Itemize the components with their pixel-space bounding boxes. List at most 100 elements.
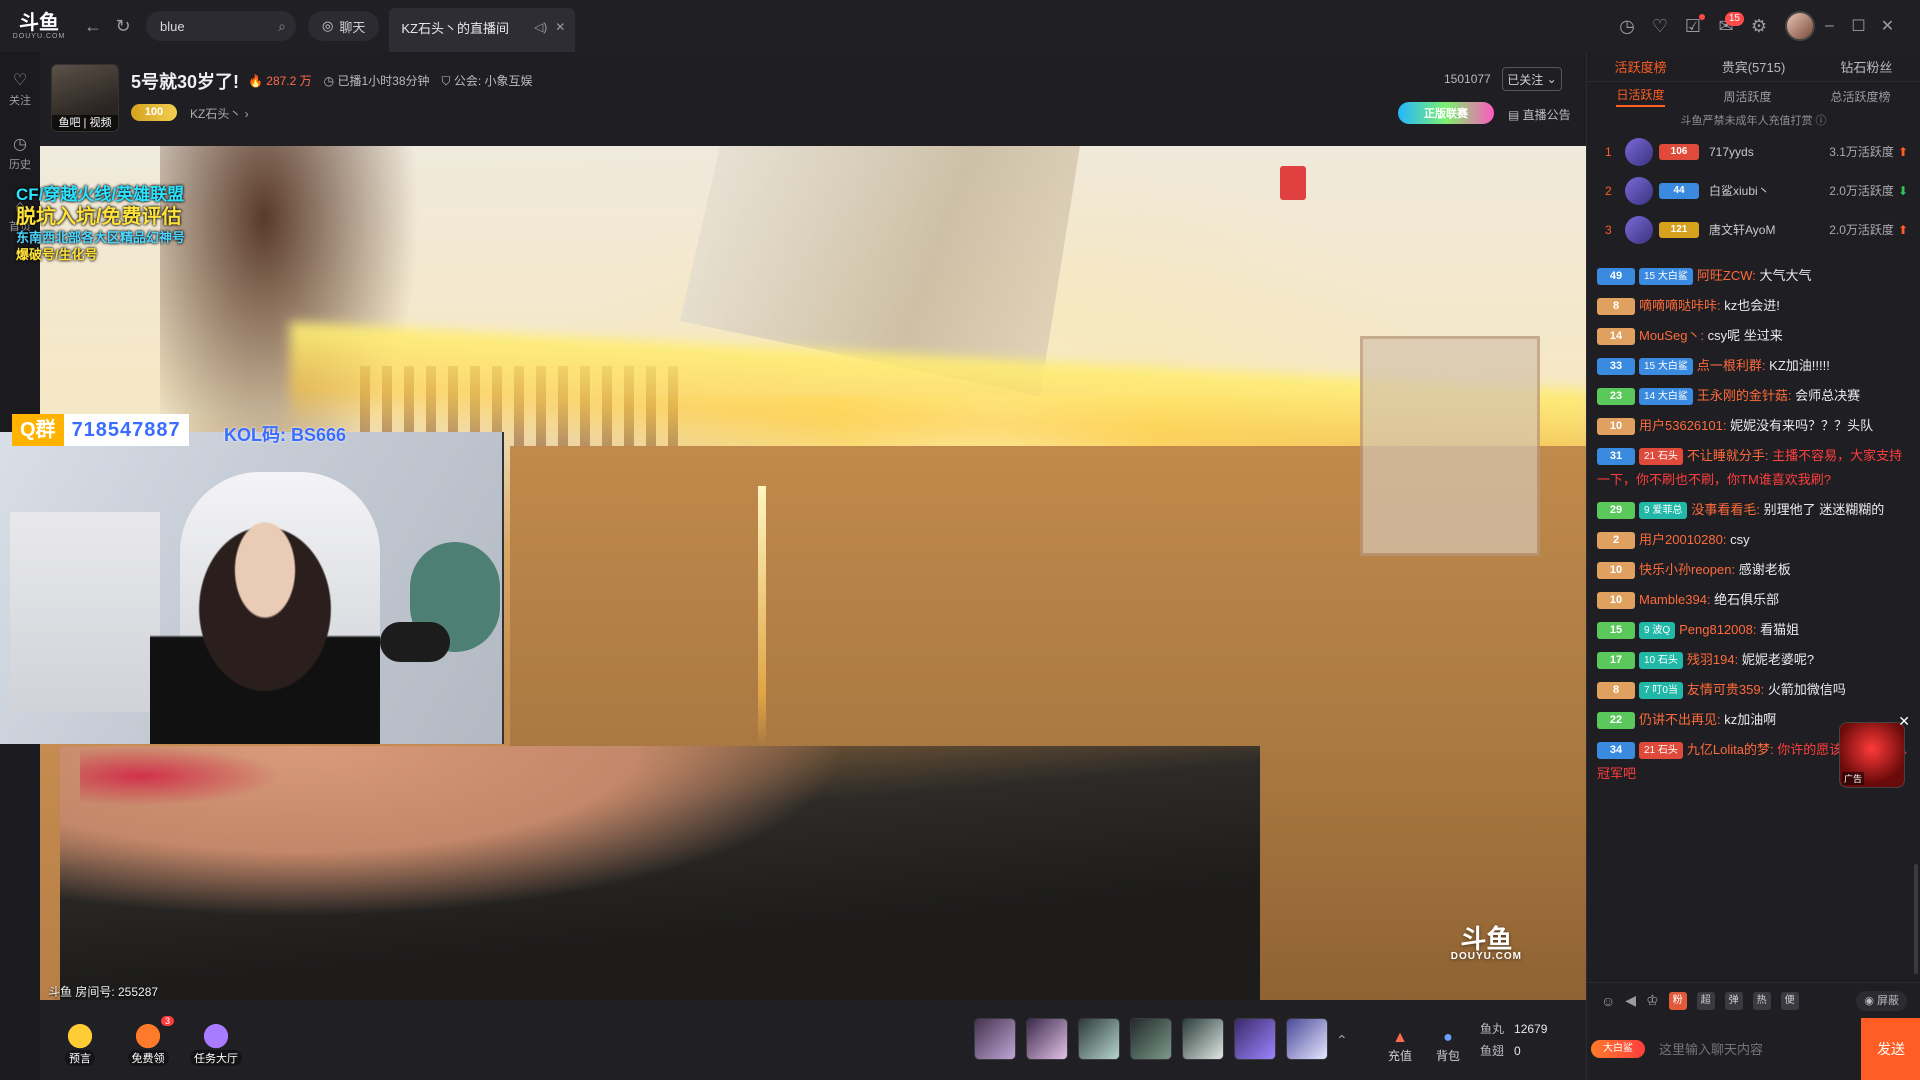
- chat-username[interactable]: 用户53626101:: [1639, 418, 1726, 433]
- close-tab-icon[interactable]: ✕: [555, 20, 565, 34]
- chat-message[interactable]: 2 用户20010280: csy: [1597, 528, 1913, 552]
- notice-button[interactable]: ▤ 直播公告: [1508, 106, 1571, 123]
- chevron-up-icon[interactable]: ⌃: [1336, 1032, 1348, 1049]
- close-ad-icon[interactable]: ✕: [1898, 713, 1910, 730]
- task-icon[interactable]: ☑: [1677, 10, 1709, 42]
- chat-message[interactable]: 15 9 波Q Peng812008: 看猫姐: [1597, 618, 1913, 642]
- chat-message[interactable]: 31 21 石头 不让睡就分手: 主播不容易，大家支持一下，你不刷也不刷，你TM谁喜…: [1597, 444, 1913, 492]
- rail-follow[interactable]: ♡ 关注: [0, 52, 40, 116]
- message-icon[interactable]: ✉ 15: [1710, 10, 1744, 42]
- fans-badge-selector[interactable]: 大白鲨: [1587, 1018, 1649, 1080]
- gift-item[interactable]: [1130, 1018, 1172, 1060]
- chat-text: csy: [1730, 532, 1750, 547]
- chat-username[interactable]: 点一根利群:: [1697, 358, 1766, 373]
- megaphone-icon[interactable]: ◀: [1625, 992, 1636, 1009]
- help-icon[interactable]: ⓘ: [1816, 115, 1827, 127]
- gift-item[interactable]: [1234, 1018, 1276, 1060]
- chat-message[interactable]: 10 Mamble394: 绝石俱乐部: [1597, 588, 1913, 612]
- refresh-icon[interactable]: ↻: [108, 11, 138, 41]
- chat-message[interactable]: 87 叮0当 友情可贵359: 火箭加微信吗: [1597, 678, 1913, 702]
- search-input[interactable]: [160, 18, 279, 34]
- super-barrage-button[interactable]: 超: [1696, 991, 1715, 1010]
- tab-activity-rank[interactable]: 活跃度榜: [1615, 57, 1667, 76]
- back-arrow-icon[interactable]: ←: [78, 11, 108, 41]
- chat-username[interactable]: 嘀嘀嘀哒咔咔:: [1639, 298, 1721, 313]
- chat-username[interactable]: 仍讲不出再见:: [1639, 712, 1721, 727]
- rail-history[interactable]: ◷ 历史: [0, 116, 40, 180]
- chat-button[interactable]: ◎ 聊天: [308, 11, 380, 41]
- tab-diamond-fans[interactable]: 钻石粉丝: [1840, 57, 1892, 76]
- free-gift-button[interactable]: 3 免费领: [122, 1016, 174, 1066]
- chat-message[interactable]: 17 10 石头 残羽194: 妮妮老婆呢?: [1597, 648, 1913, 672]
- avatar-caption[interactable]: 鱼吧 | 视频: [52, 115, 118, 131]
- chat-username[interactable]: 九亿Lolita的梦:: [1687, 742, 1774, 757]
- chat-message[interactable]: 8 嘀嘀嘀哒咔咔: kz也会进!: [1597, 294, 1913, 318]
- promo-badge[interactable]: 正版联赛: [1398, 102, 1494, 124]
- heart-icon[interactable]: ♡: [1644, 10, 1676, 42]
- chat-username[interactable]: 不让睡就分手:: [1687, 448, 1769, 463]
- guild-name[interactable]: ⛉ 公会: 小象互娱: [442, 72, 533, 89]
- emoji-icon[interactable]: ☺: [1601, 993, 1615, 1009]
- gift-item[interactable]: [1286, 1018, 1328, 1060]
- task-hall-button[interactable]: 任务大厅: [190, 1020, 242, 1066]
- maximize-icon[interactable]: ☐: [1844, 16, 1873, 36]
- chat-scrollbar[interactable]: [1914, 864, 1918, 974]
- minimize-icon[interactable]: –: [1815, 17, 1844, 35]
- anchor-name[interactable]: KZ石头丶 ›: [190, 105, 249, 122]
- floating-ad[interactable]: ✕ 广告: [1839, 713, 1910, 788]
- chat-input[interactable]: [1649, 1018, 1861, 1080]
- shield-toggle[interactable]: ◉ 屏蔽: [1856, 990, 1907, 1011]
- send-button[interactable]: 发送: [1861, 1018, 1920, 1080]
- fans-barrage-button[interactable]: 粉: [1668, 991, 1687, 1010]
- subtab-weekly[interactable]: 周活跃度: [1723, 88, 1771, 105]
- chat-message[interactable]: 33 15 大白鲨 点一根利群: KZ加油!!!!!: [1597, 354, 1913, 378]
- bag-button[interactable]: ● 背包: [1428, 1020, 1468, 1064]
- chat-message[interactable]: 10 用户53626101: 妮妮没有来吗？？？头队: [1597, 414, 1913, 438]
- fan-badge: 21 石头: [1639, 742, 1683, 759]
- user-avatar[interactable]: [1785, 11, 1815, 41]
- gift-item[interactable]: [974, 1018, 1016, 1060]
- chat-message[interactable]: 10 快乐小孙reopen: 感谢老板: [1597, 558, 1913, 582]
- quick-button[interactable]: 便: [1780, 991, 1799, 1010]
- gift-item[interactable]: [1078, 1018, 1120, 1060]
- chat-username[interactable]: 用户20010280:: [1639, 532, 1726, 547]
- chat-username[interactable]: MouSeg丶:: [1639, 328, 1704, 343]
- chat-message[interactable]: 49 15 大白鲨 阿旺ZCW: 大气大气: [1597, 264, 1913, 288]
- rank-row[interactable]: 3 121 唐文轩AyoM 2.0万活跃度 ⬆: [1587, 210, 1920, 249]
- streamer-avatar[interactable]: 鱼吧 | 视频: [51, 64, 119, 132]
- rank-row[interactable]: 2 44 白鲨xiubi丶 2.0万活跃度 ⬇: [1587, 171, 1920, 210]
- history-icon[interactable]: ◷: [1611, 10, 1643, 42]
- chat-username[interactable]: Mamble394:: [1639, 592, 1711, 607]
- chat-list[interactable]: 49 15 大白鲨 阿旺ZCW: 大气大气 8 嘀嘀嘀哒咔咔: kz也会进! 14 MouS…: [1597, 264, 1913, 974]
- search-box[interactable]: ⌕: [146, 11, 296, 41]
- chat-message[interactable]: 14 MouSeg丶: csy呢 坐过来: [1597, 324, 1913, 348]
- barrage-button[interactable]: 弹: [1724, 991, 1743, 1010]
- close-window-icon[interactable]: ✕: [1873, 16, 1902, 36]
- subtab-total[interactable]: 总活跃度榜: [1830, 88, 1890, 105]
- chat-username[interactable]: 王永刚的金针菇:: [1697, 388, 1792, 403]
- chat-username[interactable]: 没事看看毛:: [1691, 502, 1760, 517]
- chat-text: 会师总决赛: [1795, 388, 1861, 403]
- rank-row[interactable]: 1 106 717yyds 3.1万活跃度 ⬆: [1587, 132, 1920, 171]
- gift-item[interactable]: [1182, 1018, 1224, 1060]
- douyu-logo[interactable]: 斗鱼 DOUYU.COM: [0, 0, 78, 52]
- hot-word-button[interactable]: 热: [1752, 991, 1771, 1010]
- prophecy-button[interactable]: 预言: [54, 1020, 106, 1066]
- tab-vip[interactable]: 贵宾(5715): [1722, 57, 1786, 76]
- speaker-icon[interactable]: ◁): [534, 20, 547, 34]
- crown-icon[interactable]: ♔: [1646, 992, 1659, 1009]
- chat-message[interactable]: 23 14 大白鲨 王永刚的金针菇: 会师总决赛: [1597, 384, 1913, 408]
- chat-username[interactable]: 阿旺ZCW:: [1697, 268, 1756, 283]
- chat-message[interactable]: 29 9 爱菲总 没事看看毛: 别理他了 迷迷糊糊的: [1597, 498, 1913, 522]
- chat-username[interactable]: Peng812008:: [1679, 622, 1756, 637]
- settings-icon[interactable]: ⚙: [1743, 10, 1775, 42]
- subtab-daily[interactable]: 日活跃度: [1616, 86, 1665, 107]
- recharge-button[interactable]: ▲ 充值: [1380, 1020, 1420, 1064]
- tab-live-room[interactable]: KZ石头丶的直播间 ◁) ✕: [389, 8, 576, 52]
- chat-username[interactable]: 友情可贵359:: [1687, 682, 1764, 697]
- gift-item[interactable]: [1026, 1018, 1068, 1060]
- chat-username[interactable]: 快乐小孙reopen:: [1639, 562, 1735, 577]
- search-icon[interactable]: ⌕: [278, 18, 286, 35]
- chat-username[interactable]: 残羽194:: [1687, 652, 1738, 667]
- follow-button[interactable]: 已关注 ⌄: [1502, 67, 1562, 91]
